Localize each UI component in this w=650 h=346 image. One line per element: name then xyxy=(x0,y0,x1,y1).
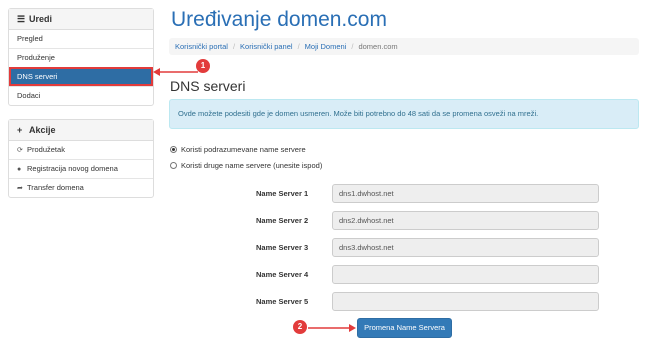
radio-custom-ns[interactable]: Koristi druge name servere (unesite ispo… xyxy=(170,161,322,170)
sidebar-item-registracija[interactable]: ● Registracija novog domena xyxy=(9,159,153,178)
ns2-input[interactable]: dns2.dwhost.net xyxy=(332,211,599,230)
ns5-label: Name Server 5 xyxy=(256,297,309,306)
uredi-panel-header: ☰ Uredi xyxy=(9,9,153,30)
sidebar-item-produzetak[interactable]: ⟳ Produžetak xyxy=(9,141,153,159)
breadcrumb: Korisnički portal / Korisnički panel / Moji … xyxy=(169,38,639,55)
share-icon: ➦ xyxy=(17,185,23,192)
sidebar-item-transfer[interactable]: ➦ Transfer domena xyxy=(9,178,153,197)
ns1-label: Name Server 1 xyxy=(256,189,309,198)
annotation-arrow-2 xyxy=(308,324,356,332)
sidebar-item-label: Transfer domena xyxy=(27,183,84,192)
ns4-label: Name Server 4 xyxy=(256,270,309,279)
akcije-panel-header: + Akcije xyxy=(9,120,153,141)
sidebar-item-dodaci[interactable]: Dodaci xyxy=(9,86,153,105)
sidebar-item-produzenje[interactable]: Produženje xyxy=(9,48,153,67)
page-title: Uređivanje domen.com xyxy=(171,8,387,31)
radio-default-ns[interactable]: Koristi podrazumevane name servere xyxy=(170,145,306,154)
akcije-title: Akcije xyxy=(29,125,56,135)
uredi-title: Uredi xyxy=(29,14,53,24)
breadcrumb-domeni[interactable]: Moji Domeni xyxy=(305,42,347,51)
menu-icon: ☰ xyxy=(17,14,26,24)
breadcrumb-panel[interactable]: Korisnički panel xyxy=(240,42,293,51)
plus-icon: + xyxy=(17,125,23,135)
breadcrumb-current: domen.com xyxy=(358,42,398,51)
info-alert: Ovde možete podesiti gde je domen usmere… xyxy=(169,99,639,129)
annotation-badge-2: 2 xyxy=(293,320,307,334)
sidebar-item-label: Produžetak xyxy=(27,145,65,154)
sidebar-item-label: Registracija novog domena xyxy=(27,164,118,173)
ns2-label: Name Server 2 xyxy=(256,216,309,225)
akcije-panel: + Akcije ⟳ Produžetak ● Registracija novog … xyxy=(8,119,154,198)
uredi-panel: ☰ Uredi Pregled Produženje DNS serveri Do… xyxy=(8,8,154,106)
ns3-label: Name Server 3 xyxy=(256,243,309,252)
radio-selected-icon xyxy=(170,146,177,153)
breadcrumb-portal[interactable]: Korisnički portal xyxy=(175,42,228,51)
section-title: DNS serveri xyxy=(170,78,246,94)
ns4-input[interactable] xyxy=(332,265,599,284)
change-nameservers-button[interactable]: Promena Name Servera xyxy=(357,318,452,338)
ns1-input[interactable]: dns1.dwhost.net xyxy=(332,184,599,203)
radio-label: Koristi podrazumevane name servere xyxy=(181,145,306,154)
sidebar-item-dns-serveri[interactable]: DNS serveri xyxy=(9,67,153,86)
ns5-input[interactable] xyxy=(332,292,599,311)
annotation-badge-1: 1 xyxy=(196,59,210,73)
ns3-input[interactable]: dns3.dwhost.net xyxy=(332,238,599,257)
radio-label: Koristi druge name servere (unesite ispo… xyxy=(181,161,323,170)
refresh-icon: ⟳ xyxy=(17,147,23,154)
globe-icon: ● xyxy=(17,166,22,173)
radio-unselected-icon xyxy=(170,162,177,169)
sidebar-item-pregled[interactable]: Pregled xyxy=(9,30,153,48)
